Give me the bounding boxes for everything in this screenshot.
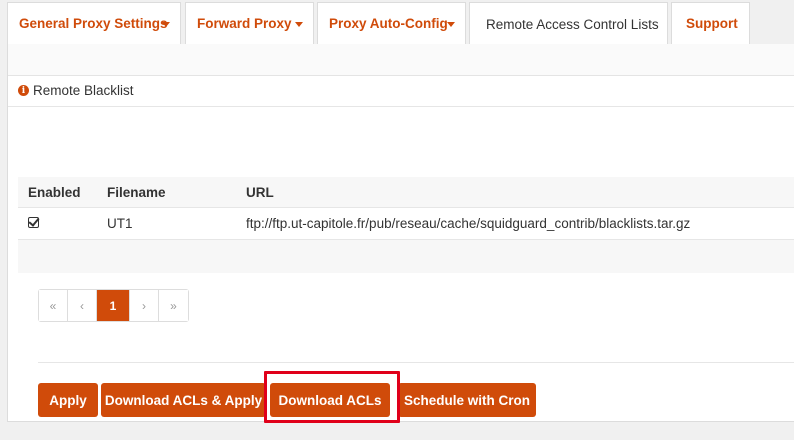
tab-remote-access-control-lists[interactable]: Remote Access Control Lists	[469, 2, 668, 45]
caret-down-icon[interactable]	[447, 22, 455, 27]
column-header-url[interactable]: URL	[237, 185, 794, 200]
tab-forward-proxy[interactable]: Forward Proxy	[185, 2, 314, 44]
next-page-button[interactable]: ›	[130, 290, 159, 321]
tab-label: General Proxy Settings	[19, 16, 168, 31]
section-title: Remote Blacklist	[33, 83, 134, 98]
last-page-button[interactable]: »	[159, 290, 188, 321]
tab-general-proxy-settings[interactable]: General Proxy Settings	[7, 2, 181, 44]
tab-support[interactable]: Support	[671, 2, 750, 44]
url-cell: ftp://ftp.ut-capitole.fr/pub/reseau/cach…	[246, 216, 691, 231]
tab-proxy-auto-config[interactable]: Proxy Auto-Config	[317, 2, 466, 44]
schedule-with-cron-button[interactable]: Schedule with Cron	[398, 383, 536, 417]
section-header: i Remote Blacklist	[18, 83, 134, 98]
tab-content-panel: i Remote Blacklist Enabled Filename URL …	[7, 44, 794, 423]
highlight-box	[264, 371, 400, 423]
table-footer	[18, 240, 794, 273]
first-page-button[interactable]: «	[39, 290, 68, 321]
pagination: « ‹ 1 › »	[38, 289, 189, 322]
column-header-enabled[interactable]: Enabled	[18, 185, 97, 200]
current-page-button[interactable]: 1	[97, 290, 130, 321]
tab-bar: General Proxy Settings Forward Proxy Pro…	[0, 0, 794, 45]
table-header: Enabled Filename URL	[18, 177, 794, 207]
column-header-filename[interactable]: Filename	[97, 185, 237, 200]
apply-button[interactable]: Apply	[38, 383, 98, 417]
previous-page-button[interactable]: ‹	[68, 290, 97, 321]
info-icon: i	[18, 85, 29, 96]
tab-label: Support	[686, 16, 738, 31]
divider	[8, 106, 794, 107]
caret-down-icon[interactable]	[162, 22, 170, 27]
filename-cell: UT1	[107, 216, 133, 231]
blacklist-table: Enabled Filename URL UT1 ftp://ftp.ut-ca…	[18, 177, 794, 273]
download-acls-apply-button[interactable]: Download ACLs & Apply	[101, 383, 266, 417]
panel-header-strip	[8, 44, 794, 76]
checked-box-icon	[28, 217, 39, 228]
divider	[38, 362, 794, 363]
tab-label: Remote Access Control Lists	[486, 16, 659, 32]
enabled-cell	[18, 216, 97, 231]
tab-label: Forward Proxy	[197, 16, 292, 31]
table-row[interactable]: UT1 ftp://ftp.ut-capitole.fr/pub/reseau/…	[18, 207, 794, 240]
tab-label: Proxy Auto-Config	[329, 16, 448, 31]
caret-down-icon[interactable]	[295, 22, 303, 27]
